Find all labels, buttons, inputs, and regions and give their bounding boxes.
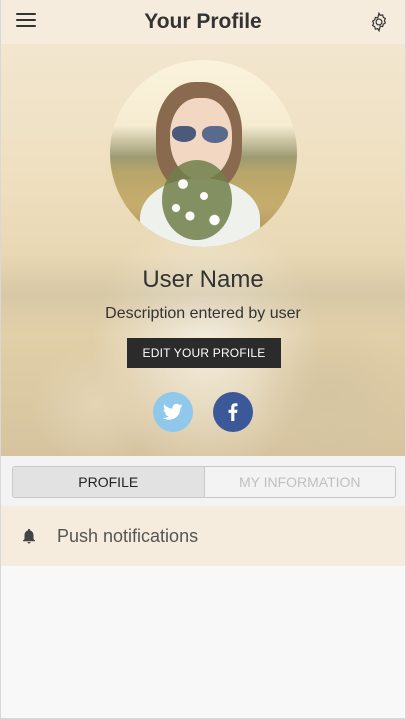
avatar-sunglasses-left [172,126,196,142]
facebook-button[interactable] [213,392,253,432]
avatar[interactable] [110,60,297,247]
facebook-icon [228,403,238,421]
bell-icon [23,528,35,544]
page-title: Your Profile [144,10,262,33]
edit-profile-button[interactable]: EDIT YOUR PROFILE [127,338,281,368]
user-name: User Name [142,266,264,293]
tab-bar: PROFILE MY INFORMATION [1,456,405,506]
hamburger-menu-icon[interactable] [16,13,36,31]
push-notifications-label: Push notifications [57,525,199,546]
twitter-icon [163,403,183,420]
tab-my-information[interactable]: MY INFORMATION [203,467,395,497]
gear-icon[interactable] [368,11,390,33]
twitter-button[interactable] [153,392,193,432]
segmented-control: PROFILE MY INFORMATION [12,466,396,498]
user-description: Description entered by user [105,305,301,322]
app-screen: Your Profile User Name Description enter… [0,0,406,719]
content-area [1,566,405,718]
top-bar: Your Profile [1,0,405,44]
tab-profile[interactable]: PROFILE [13,467,204,497]
push-notifications-row[interactable]: Push notifications [1,506,405,566]
avatar-sunglasses-right [202,126,228,143]
profile-header: User Name Description entered by user ED… [1,44,405,456]
avatar-flowers [162,160,232,240]
